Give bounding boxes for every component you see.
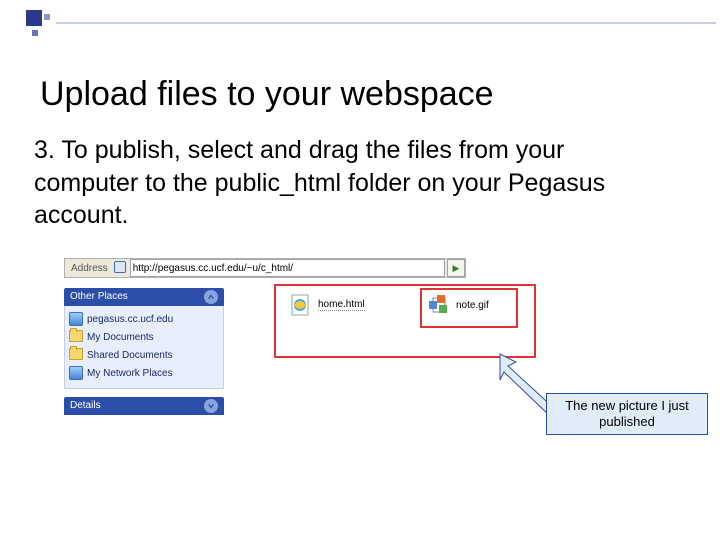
sidebar-header-label: Other Places (70, 288, 128, 306)
address-bar: Address ▶ (64, 258, 466, 278)
slide-corner-ornament (26, 10, 62, 46)
address-url-input[interactable] (130, 259, 445, 277)
sidebar-header-other-places[interactable]: Other Places (64, 288, 224, 306)
slide-body-text: 3. To publish, select and drag the files… (34, 134, 674, 232)
sidebar-item-shared-documents[interactable]: Shared Documents (69, 346, 219, 364)
sidebar-item-my-documents[interactable]: My Documents (69, 328, 219, 346)
chevron-down-icon (204, 399, 218, 413)
sidebar-header-details[interactable]: Details (64, 397, 224, 415)
file-item-home[interactable]: home.html (288, 292, 398, 318)
sidebar-item-network-places[interactable]: My Network Places (69, 364, 219, 382)
chevron-up-icon (204, 290, 218, 304)
sidebar-item-pegasus[interactable]: pegasus.cc.ucf.edu (69, 310, 219, 328)
sidebar-header-label: Details (70, 397, 101, 415)
file-label: note.gif (456, 300, 489, 311)
explorer-screenshot: Address ▶ home.html note.gif Other Place… (60, 258, 545, 438)
callout-text: The new picture I just published (553, 398, 701, 429)
explorer-sidebar: Other Places pegasus.cc.ucf.edu My Docum… (64, 288, 224, 415)
image-file-icon (426, 292, 452, 318)
callout-box: The new picture I just published (546, 393, 708, 435)
file-label: home.html (318, 299, 365, 311)
ie-document-icon (288, 292, 314, 318)
sidebar-body-other-places: pegasus.cc.ucf.edu My Documents Shared D… (64, 306, 224, 389)
slide-title: Upload files to your webspace (40, 75, 494, 114)
address-label: Address (65, 263, 112, 274)
ie-page-icon (114, 261, 128, 275)
go-button[interactable]: ▶ (447, 259, 465, 277)
file-item-note[interactable]: note.gif (426, 292, 536, 318)
